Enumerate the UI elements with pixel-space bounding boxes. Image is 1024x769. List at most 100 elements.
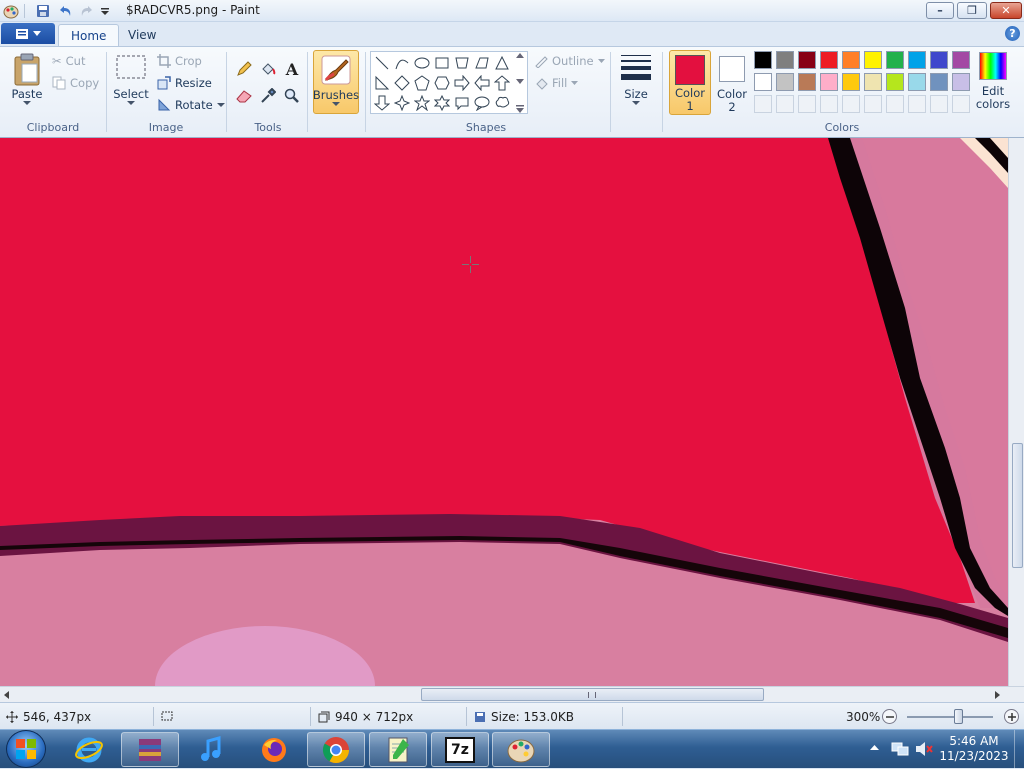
palette-swatch-1-8[interactable] <box>930 51 948 69</box>
palette-swatch-2-1[interactable] <box>776 73 794 91</box>
shape-hexagon[interactable] <box>432 73 452 92</box>
tab-home[interactable]: Home <box>58 24 120 46</box>
copy-button[interactable]: Copy <box>52 73 99 93</box>
maximize-button[interactable]: ❐ <box>957 2 987 19</box>
color2-button[interactable]: Color 2 <box>714 52 750 114</box>
vertical-scrollbar[interactable] <box>1008 138 1024 686</box>
customize-qat-icon[interactable] <box>96 3 114 19</box>
palette-swatch-2-0[interactable] <box>754 73 772 91</box>
palette-swatch-1-5[interactable] <box>864 51 882 69</box>
pencil-tool[interactable] <box>233 59 255 79</box>
shapes-scroll[interactable] <box>514 53 526 113</box>
palette-swatch-1-2[interactable] <box>798 51 816 69</box>
palette-swatch-3-8[interactable] <box>930 95 948 113</box>
palette-swatch-3-6[interactable] <box>886 95 904 113</box>
palette-swatch-3-7[interactable] <box>908 95 926 113</box>
shape-four-point-star[interactable] <box>392 93 412 112</box>
palette-swatch-2-8[interactable] <box>930 73 948 91</box>
palette-swatch-2-7[interactable] <box>908 73 926 91</box>
show-hidden-icons-icon[interactable] <box>870 745 879 751</box>
shape-rounded-callout[interactable] <box>452 93 472 112</box>
shape-left-arrow[interactable] <box>472 73 492 92</box>
paste-button[interactable]: Paste <box>8 52 46 112</box>
palette-swatch-1-6[interactable] <box>886 51 904 69</box>
palette-swatch-1-0[interactable] <box>754 51 772 69</box>
outline-button[interactable]: Outline <box>534 51 605 71</box>
minimize-button[interactable]: – <box>926 2 954 19</box>
taskbar-chrome[interactable] <box>307 732 365 767</box>
palette-swatch-1-7[interactable] <box>908 51 926 69</box>
close-button[interactable]: ✕ <box>990 2 1022 19</box>
tab-view[interactable]: View <box>116 24 168 46</box>
size-button[interactable]: Size <box>617 52 655 114</box>
palette-swatch-1-3[interactable] <box>820 51 838 69</box>
shape-oval-callout[interactable] <box>472 93 492 112</box>
taskbar-itunes[interactable] <box>183 732 241 767</box>
start-button[interactable] <box>6 730 46 768</box>
zoom-slider-thumb[interactable] <box>954 709 964 724</box>
shape-five-point-star[interactable] <box>412 93 432 112</box>
shape-pentagon[interactable] <box>412 73 432 92</box>
select-button[interactable]: Select <box>113 52 149 112</box>
edit-colors-button[interactable]: Edit colors <box>975 52 1011 114</box>
palette-swatch-1-1[interactable] <box>776 51 794 69</box>
shape-triangle[interactable] <box>492 53 512 72</box>
shape-six-point-star[interactable] <box>432 93 452 112</box>
show-desktop-button[interactable] <box>1014 730 1024 769</box>
taskbar-internet-explorer[interactable] <box>60 732 118 767</box>
shape-up-arrow[interactable] <box>492 73 512 92</box>
palette-swatch-3-9[interactable] <box>952 95 970 113</box>
horizontal-scrollbar[interactable] <box>0 686 1024 702</box>
zoom-slider-track[interactable] <box>907 716 993 718</box>
palette-swatch-2-6[interactable] <box>886 73 904 91</box>
expand-gallery-icon[interactable] <box>516 105 524 113</box>
vertical-scroll-thumb[interactable] <box>1012 443 1023 568</box>
taskbar-winrar[interactable] <box>121 732 179 767</box>
shape-rounded-rectangle[interactable] <box>452 53 472 72</box>
shape-line[interactable] <box>372 53 392 72</box>
magnifier-tool[interactable] <box>281 86 303 106</box>
scroll-down-icon[interactable] <box>516 79 524 85</box>
volume-muted-icon[interactable] <box>915 741 933 757</box>
palette-swatch-2-2[interactable] <box>798 73 816 91</box>
palette-swatch-2-9[interactable] <box>952 73 970 91</box>
palette-swatch-3-3[interactable] <box>820 95 838 113</box>
taskbar-7zip[interactable]: 7z <box>431 732 489 767</box>
shape-down-arrow[interactable] <box>372 93 392 112</box>
palette-swatch-1-9[interactable] <box>952 51 970 69</box>
palette-swatch-2-3[interactable] <box>820 73 838 91</box>
paint-app-icon[interactable] <box>2 3 20 19</box>
palette-swatch-3-4[interactable] <box>842 95 860 113</box>
taskbar-firefox[interactable] <box>245 732 303 767</box>
taskbar-notepad[interactable] <box>369 732 427 767</box>
palette-swatch-2-4[interactable] <box>842 73 860 91</box>
fill-button[interactable]: Fill <box>534 73 579 93</box>
crop-button[interactable]: Crop <box>157 51 202 71</box>
fill-tool[interactable] <box>257 59 279 79</box>
palette-swatch-3-2[interactable] <box>798 95 816 113</box>
color1-button[interactable]: Color 1 <box>669 50 711 115</box>
zoom-out-button[interactable] <box>882 709 897 724</box>
paint-menu-button[interactable] <box>1 23 55 44</box>
save-icon[interactable] <box>34 3 52 19</box>
redo-icon[interactable] <box>78 3 96 19</box>
palette-swatch-3-5[interactable] <box>864 95 882 113</box>
color-picker-tool[interactable] <box>257 86 279 106</box>
cut-button[interactable]: ✂ Cut <box>52 51 85 71</box>
brushes-button[interactable]: Brushes <box>313 50 359 114</box>
shape-rectangle[interactable] <box>432 53 452 72</box>
resize-button[interactable]: Resize <box>157 73 212 93</box>
zoom-in-button[interactable] <box>1004 709 1019 724</box>
palette-swatch-2-5[interactable] <box>864 73 882 91</box>
shape-curve[interactable] <box>392 53 412 72</box>
palette-swatch-3-1[interactable] <box>776 95 794 113</box>
scroll-right-icon[interactable] <box>995 691 1001 699</box>
taskbar-paint[interactable] <box>492 732 550 767</box>
eraser-tool[interactable] <box>233 86 255 106</box>
system-clock[interactable]: 5:46 AM 11/23/2023 <box>939 734 1009 764</box>
canvas[interactable] <box>0 138 1008 686</box>
undo-icon[interactable] <box>56 3 74 19</box>
shape-diamond[interactable] <box>392 73 412 92</box>
shape-polygon[interactable] <box>472 53 492 72</box>
shape-right-arrow[interactable] <box>452 73 472 92</box>
